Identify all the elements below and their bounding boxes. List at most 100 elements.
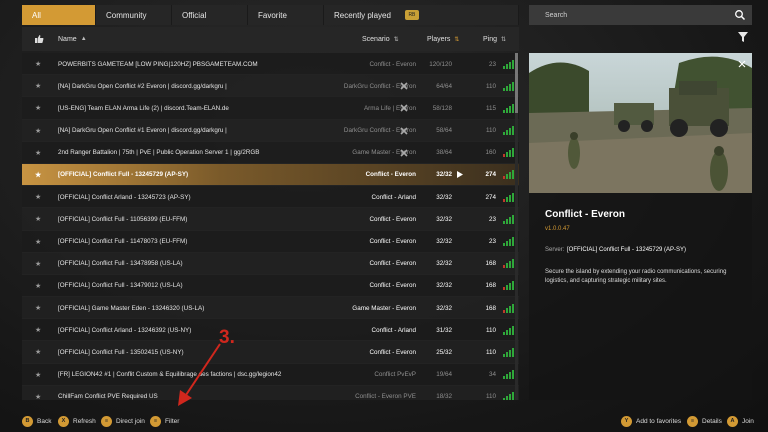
- server-row[interactable]: ★ [US-ENG] Team ELAN Arma Life (2) | disc…: [22, 97, 519, 120]
- star-icon[interactable]: ★: [35, 297, 43, 319]
- server-name: [OFFICIAL] Conflict Arland - 13246392 (U…: [58, 326, 192, 334]
- join-button[interactable]: A Join: [727, 414, 754, 428]
- server-row[interactable]: ★ [OFFICIAL] Conflict Full - 13478958 (US…: [22, 252, 519, 275]
- key-b-icon: B: [22, 415, 33, 427]
- details-button[interactable]: ≡ Details: [687, 414, 722, 428]
- direct-join-button[interactable]: ≡ Direct join: [101, 414, 145, 428]
- search-input[interactable]: Search: [529, 5, 752, 25]
- server-name: [OFFICIAL] Conflict Full - 11056399 (EU-…: [58, 215, 188, 223]
- star-icon[interactable]: ★: [35, 341, 43, 363]
- star-icon[interactable]: ★: [35, 231, 43, 253]
- back-button[interactable]: B Back: [22, 414, 51, 428]
- server-row[interactable]: ★ POWERBITS GAMETEAM [LOW PING|120HZ] PBS…: [22, 53, 519, 76]
- server-row[interactable]: ★ [OFFICIAL] Conflict Full - 11478073 (EU…: [22, 230, 519, 253]
- server-row[interactable]: ★ [OFFICIAL] Conflict Full - 13502415 (US…: [22, 341, 519, 364]
- tab-community[interactable]: Community: [96, 5, 172, 25]
- column-players[interactable]: Players ⇅: [427, 27, 459, 51]
- server-players: 32/32: [436, 193, 452, 201]
- mod-icon: [398, 97, 410, 119]
- server-ping: 168: [485, 282, 496, 290]
- server-players: 32/32: [436, 260, 452, 268]
- column-scenario[interactable]: Scenario ⇅: [362, 27, 399, 51]
- server-row[interactable]: ★ [OFFICIAL] Conflict Arland - 13245723 (…: [22, 186, 519, 209]
- server-scenario: Conflict - Everon: [369, 260, 416, 268]
- server-name: [OFFICIAL] Conflict Full - 13478958 (US-…: [58, 260, 183, 268]
- scenario-description: Secure the island by extending your radi…: [545, 269, 727, 284]
- star-icon[interactable]: ★: [35, 142, 43, 164]
- star-icon[interactable]: ★: [35, 275, 43, 297]
- server-players: 64/64: [436, 82, 452, 90]
- tab-favorite[interactable]: Favorite: [248, 5, 324, 25]
- server-ping: 168: [485, 260, 496, 268]
- server-row[interactable]: ★ [OFFICIAL] Conflict Full - 13479012 (US…: [22, 274, 519, 298]
- server-label: Server:: [545, 247, 565, 253]
- thumbs-up-icon[interactable]: [34, 27, 44, 51]
- server-players: 32/32: [436, 215, 452, 223]
- column-name[interactable]: Name ▲: [58, 27, 87, 51]
- scrollbar-thumb[interactable]: [515, 53, 518, 113]
- server-list: ★ POWERBITS GAMETEAM [LOW PING|120HZ] PBS…: [22, 53, 519, 400]
- star-icon[interactable]: ★: [35, 97, 43, 119]
- star-icon[interactable]: ★: [35, 364, 43, 386]
- server-ping: 34: [488, 371, 496, 379]
- ping-bars-icon: [503, 231, 514, 253]
- mod-icon: [398, 142, 410, 164]
- server-row[interactable]: ★ [NA] DarkGru Open Conflict #2 Everon | …: [22, 75, 519, 98]
- server-ping: 23: [488, 215, 496, 223]
- ping-bars-icon: [503, 186, 514, 208]
- server-row[interactable]: ★ ChillFam Conflict PVE Required US Confli…: [22, 385, 519, 400]
- ping-bars-icon: [503, 120, 514, 142]
- server-ping: 110: [485, 326, 496, 334]
- bottom-action-bar: B Back X Refresh ≡ Direct join ≡ Filter Y Add…: [0, 411, 768, 432]
- star-icon[interactable]: ★: [35, 319, 43, 341]
- star-icon[interactable]: ★: [35, 53, 43, 75]
- refresh-button[interactable]: X Refresh: [58, 414, 96, 428]
- filter-button[interactable]: ≡ Filter: [150, 414, 179, 428]
- server-ping: 274: [485, 193, 496, 201]
- server-players: 32/32: [436, 238, 452, 245]
- sort-icon: ▲: [80, 36, 87, 42]
- server-ping: 274: [485, 171, 496, 179]
- filter-icon[interactable]: [737, 31, 749, 43]
- search-placeholder: Search: [545, 11, 568, 19]
- server-row[interactable]: ★ 2nd Ranger Battalion | 75th | PvE | Pub…: [22, 141, 519, 164]
- play-icon[interactable]: [454, 164, 464, 186]
- tab-recently-played[interactable]: Recently played RB: [324, 5, 519, 25]
- key-x-icon: X: [58, 415, 69, 427]
- ping-bars-icon: [503, 142, 514, 164]
- server-scenario: Conflict - Everon: [365, 171, 416, 179]
- star-icon[interactable]: ★: [35, 164, 43, 186]
- server-players: 32/32: [436, 171, 452, 179]
- server-scenario: Conflict - Arland: [371, 326, 416, 334]
- server-ping: 110: [485, 82, 496, 90]
- server-row[interactable]: ★ [OFFICIAL] Game Master Eden - 13246320 …: [22, 297, 519, 320]
- star-icon[interactable]: ★: [35, 120, 43, 142]
- ping-bars-icon: [503, 97, 514, 119]
- star-icon[interactable]: ★: [35, 386, 43, 400]
- server-name: [OFFICIAL] Conflict Full - 13245729 (AP-…: [58, 171, 189, 179]
- star-icon[interactable]: ★: [35, 253, 43, 275]
- server-name: [US-ENG] Team ELAN Arma Life (2) | disco…: [58, 104, 229, 112]
- add-to-favorites-button[interactable]: Y Add to favorites: [621, 414, 681, 428]
- key-menu-icon: ≡: [101, 415, 112, 427]
- star-icon[interactable]: ★: [35, 75, 43, 97]
- server-row[interactable]: ★ [NA] DarkGru Open Conflict #1 Everon | …: [22, 119, 519, 142]
- ping-bars-icon: [503, 275, 514, 297]
- search-icon[interactable]: [734, 9, 746, 21]
- server-scenario: Conflict - Arland: [371, 193, 416, 201]
- column-ping[interactable]: Ping ⇅: [483, 27, 506, 51]
- tab-official[interactable]: Official: [172, 5, 248, 25]
- star-icon[interactable]: ★: [35, 208, 43, 230]
- server-ping: 23: [488, 238, 496, 245]
- tab-all[interactable]: All: [22, 5, 96, 25]
- server-row[interactable]: ★ [OFFICIAL] Conflict Full - 11056399 (EU…: [22, 208, 519, 231]
- star-icon[interactable]: ★: [35, 186, 43, 208]
- server-row[interactable]: ★ [OFFICIAL] Conflict Full - 13245729 (AP…: [22, 163, 519, 187]
- server-list-header: Name ▲ Scenario ⇅ Players ⇅ Ping ⇅: [22, 27, 519, 51]
- server-row[interactable]: ★ [OFFICIAL] Conflict Arland - 13246392 (…: [22, 319, 519, 342]
- server-row[interactable]: ★ [FR] LEGION42 #1 | Conflit Custom & Equ…: [22, 363, 519, 386]
- server-scenario: Conflict - Everon PVE: [355, 393, 416, 400]
- server-name: [OFFICIAL] Conflict Full - 13479012 (US-…: [58, 282, 183, 290]
- server-name: [NA] DarkGru Open Conflict #1 Everon | d…: [58, 127, 227, 135]
- ping-bars-icon: [503, 341, 514, 363]
